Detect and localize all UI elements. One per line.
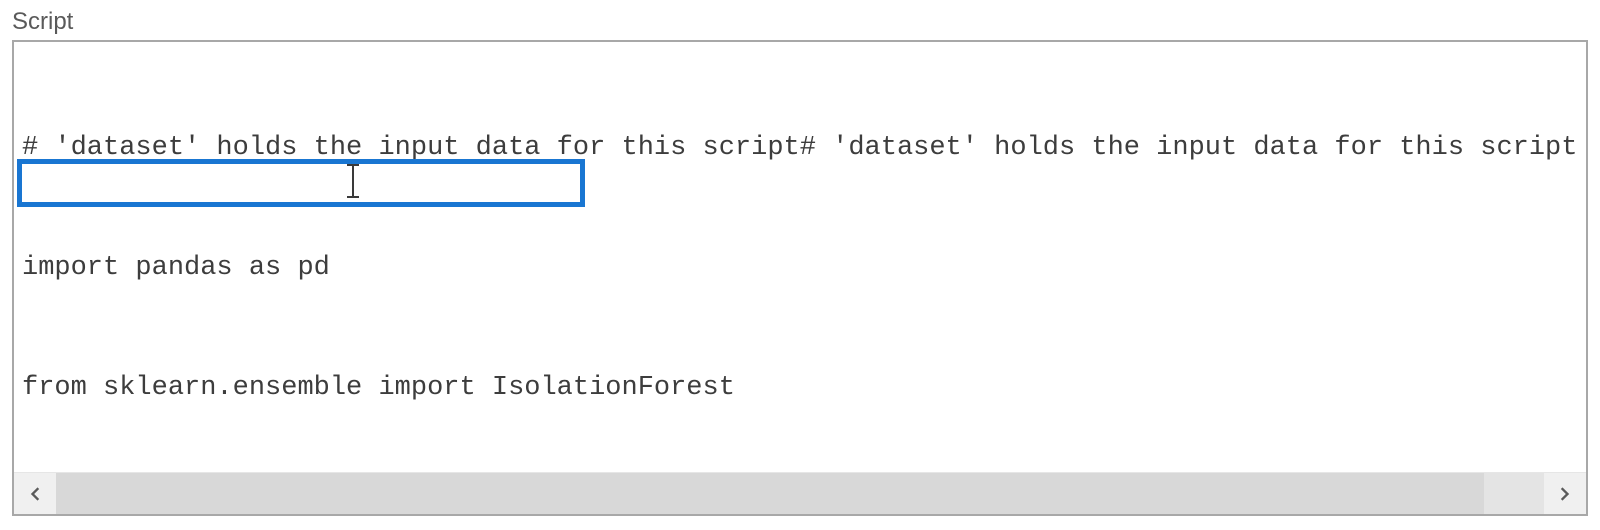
horizontal-scrollbar[interactable] [14,472,1586,514]
scroll-track[interactable] [56,473,1544,514]
chevron-right-icon [1555,484,1575,504]
chevron-left-icon [25,484,45,504]
code-line[interactable]: import pandas as pd [22,248,1578,288]
code-line[interactable]: # 'dataset' holds the input data for thi… [22,128,1578,168]
code-line[interactable]: from sklearn.ensemble import IsolationFo… [22,368,1578,408]
text-caret-icon [352,164,354,198]
scroll-thumb[interactable] [56,473,1484,514]
scroll-right-button[interactable] [1544,473,1586,514]
script-editor-container: # 'dataset' holds the input data for thi… [12,40,1588,516]
scroll-left-button[interactable] [14,473,56,514]
script-code-area[interactable]: # 'dataset' holds the input data for thi… [14,42,1586,472]
panel-label: Script [12,8,1588,36]
